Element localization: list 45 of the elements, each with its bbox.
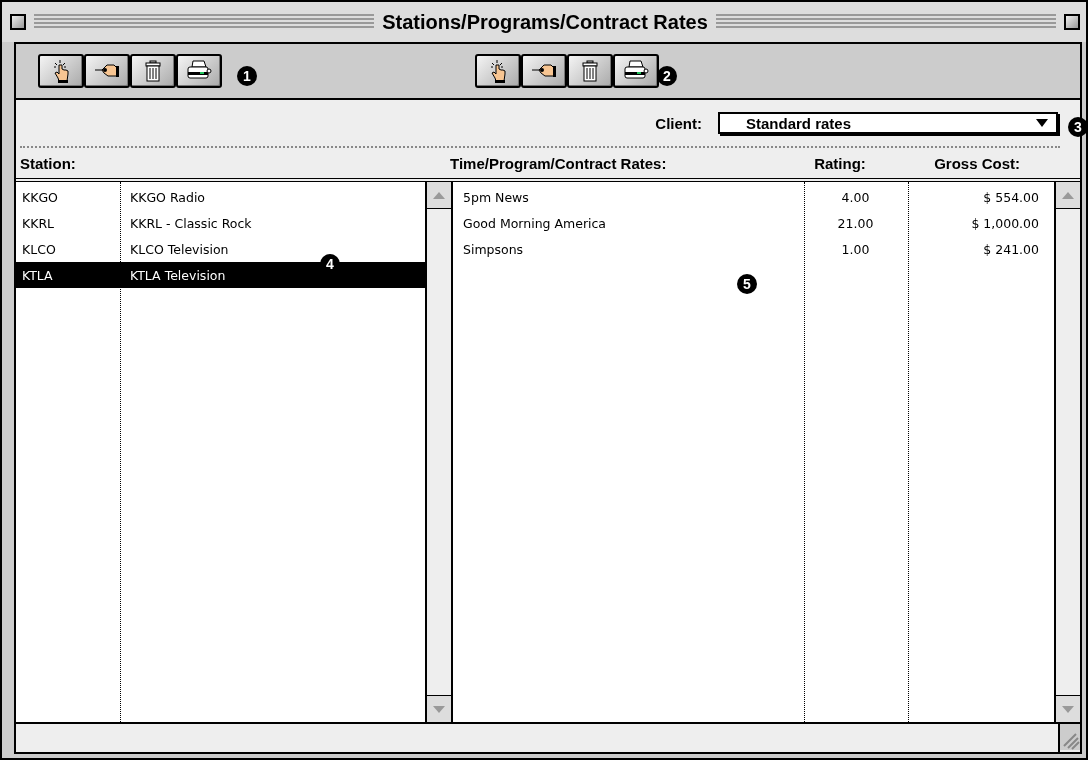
scroll-up-button[interactable] (427, 182, 451, 209)
column-header: Rating: (813, 154, 867, 172)
table-cell-text: Simpsons (462, 241, 525, 257)
dropdown-arrow-icon (1036, 119, 1048, 127)
printer-icon (186, 60, 212, 82)
column-header: Time/Program/Contract Rates: (450, 154, 668, 172)
scroll-down-button[interactable] (427, 695, 451, 722)
window-title: Stations/Programs/Contract Rates (382, 10, 708, 34)
resize-grip-icon[interactable] (1060, 724, 1080, 750)
scrollbar[interactable] (1054, 182, 1080, 722)
table-cell-text: 1.00 (840, 241, 871, 257)
close-box[interactable] (10, 14, 26, 30)
sign-button[interactable] (521, 54, 567, 88)
printer-icon (623, 60, 649, 82)
scroll-down-button[interactable] (1056, 695, 1080, 722)
table-cell-text: $ 1,000.00 (970, 215, 1040, 231)
table-cell-text: $ 554.00 (982, 189, 1040, 205)
point-button[interactable] (475, 54, 521, 88)
trash-button[interactable] (130, 54, 176, 88)
station-row[interactable]: KKRL KKRL - Classic Rock (16, 210, 425, 236)
trash-icon (145, 60, 161, 82)
print-button[interactable] (176, 54, 222, 88)
sign-button[interactable] (84, 54, 130, 88)
column-header: Station: (20, 154, 77, 172)
point-button[interactable] (38, 54, 84, 88)
table-cell-text: $ 241.00 (982, 241, 1040, 257)
scrollbar[interactable] (425, 182, 451, 722)
client-label: Client: (655, 114, 702, 132)
table-cell-text: 5pm News (462, 189, 530, 205)
down-arrow-icon (1062, 705, 1074, 713)
station-row[interactable]: KKGO KKGO Radio (16, 184, 425, 210)
scroll-up-button[interactable] (1056, 182, 1080, 209)
table-cell-text: Good Morning America (462, 215, 608, 231)
print-button[interactable] (613, 54, 659, 88)
client-dropdown[interactable]: Standard rates (718, 112, 1058, 134)
up-arrow-icon (1062, 191, 1074, 199)
callout-number: 3 (1068, 117, 1086, 137)
up-arrow-icon (433, 191, 445, 199)
column-header: Gross Cost: (933, 154, 1020, 172)
trash-icon (582, 60, 598, 82)
table-cell-text: 21.00 (836, 215, 875, 231)
table-cell-text: 4.00 (840, 189, 871, 205)
zoom-box[interactable] (1064, 14, 1080, 30)
down-arrow-icon (433, 705, 445, 713)
trash-button[interactable] (567, 54, 613, 88)
